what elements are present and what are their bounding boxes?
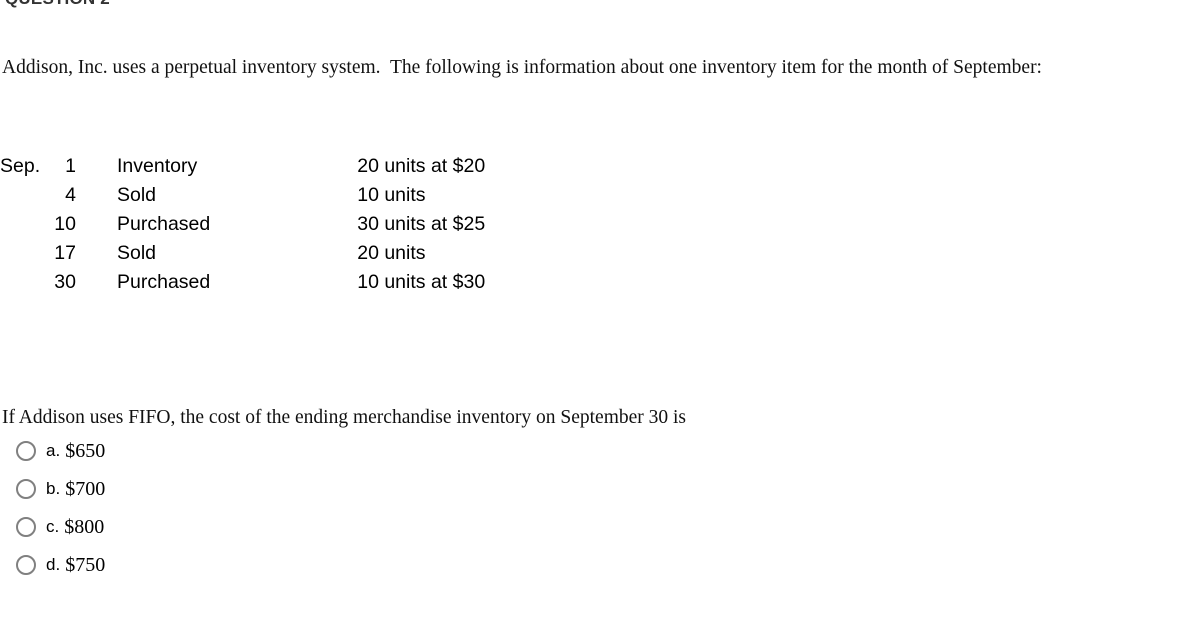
cell-description: Inventory — [117, 155, 198, 177]
answer-option-c[interactable]: c. $800 — [0, 508, 105, 546]
radio-button-icon[interactable] — [16, 555, 36, 575]
cell-day: 17 — [54, 242, 76, 264]
option-letter: d. — [46, 555, 61, 574]
option-letter: a. — [46, 441, 61, 460]
option-value: $750 — [65, 553, 106, 576]
cell-description: Sold — [117, 242, 157, 264]
cell-detail: 10 units — [357, 184, 426, 206]
page-title: QUESTION 2 — [5, 0, 110, 9]
cell-month — [0, 181, 48, 210]
cell-month: Sep. — [0, 155, 41, 177]
option-letter: b. — [46, 479, 61, 498]
option-value: $700 — [65, 477, 106, 500]
cell-day: 30 — [54, 271, 76, 293]
table-row: 4 Sold 10 units — [0, 181, 485, 210]
question-intro-text: Addison, Inc. uses a perpetual inventory… — [2, 57, 1042, 78]
table-row: Sep. 1 Inventory 20 units at $20 — [0, 152, 485, 181]
answer-option-b[interactable]: b. $700 — [0, 470, 105, 508]
cell-month — [0, 210, 48, 239]
radio-button-icon[interactable] — [16, 517, 36, 537]
table-row: 30 Purchased 10 units at $30 — [0, 268, 485, 297]
cell-description: Purchased — [117, 213, 211, 235]
cell-detail: 30 units at $25 — [357, 213, 486, 235]
inventory-activity-table: Sep. 1 Inventory 20 units at $20 4 Sold 10 uni… — [0, 152, 485, 297]
cell-detail: 10 units at $30 — [357, 271, 486, 293]
table-body: Sep. 1 Inventory 20 units at $20 4 Sold 10 uni… — [0, 152, 485, 297]
table-row: 17 Sold 20 units — [0, 239, 485, 268]
cell-day: 10 — [54, 213, 76, 235]
cell-month — [0, 268, 48, 297]
table-row: 10 Purchased 30 units at $25 — [0, 210, 485, 239]
cell-description: Sold — [117, 184, 157, 206]
cell-description: Purchased — [117, 271, 211, 293]
answer-option-a[interactable]: a. $650 — [0, 432, 105, 470]
cell-detail: 20 units at $20 — [357, 155, 486, 177]
fifo-question-prompt: If Addison uses FIFO, the cost of the en… — [2, 407, 687, 428]
answer-option-d[interactable]: d. $750 — [0, 546, 105, 584]
cell-day: 1 — [65, 155, 76, 177]
radio-button-icon[interactable] — [16, 441, 36, 461]
option-value: $650 — [65, 439, 106, 462]
option-value: $800 — [64, 515, 105, 538]
option-letter: c. — [46, 517, 60, 536]
cell-month — [0, 239, 48, 268]
cell-detail: 20 units — [357, 242, 426, 264]
cell-day: 4 — [65, 184, 76, 206]
radio-button-icon[interactable] — [16, 479, 36, 499]
answer-options-group: a. $650 b. $700 c. $800 d. $750 — [0, 432, 105, 584]
